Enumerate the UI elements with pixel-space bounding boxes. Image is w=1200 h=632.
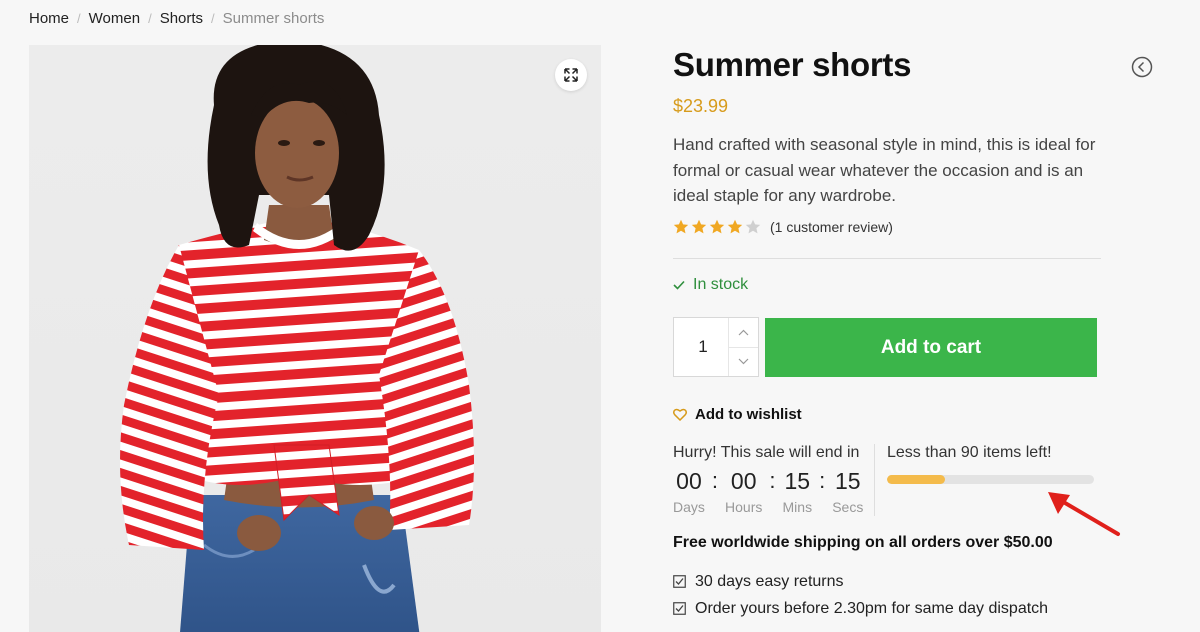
stock-progress-fill <box>887 475 945 484</box>
breadcrumb-women[interactable]: Women <box>89 10 140 27</box>
wishlist-label: Add to wishlist <box>695 406 802 423</box>
star-icon <box>691 219 707 234</box>
perk-item: 30 days easy returns <box>673 568 1048 595</box>
stock-progress-bar <box>887 475 1094 484</box>
breadcrumb-shorts[interactable]: Shorts <box>160 10 203 27</box>
star-icon <box>745 219 761 234</box>
star-icon <box>727 219 743 234</box>
countdown-secs: 15 Secs <box>832 468 863 515</box>
countdown-mins-value: 15 <box>784 468 811 494</box>
chevron-down-icon <box>738 358 749 365</box>
countdown-colon: : <box>819 468 826 493</box>
expand-image-button[interactable] <box>555 59 587 91</box>
countdown-colon: : <box>711 468 719 493</box>
expand-icon <box>564 68 578 82</box>
countdown-secs-value: 15 <box>834 468 861 494</box>
countdown-days: 00 Days <box>673 468 705 515</box>
product-rating: (1 customer review) <box>673 219 893 235</box>
vertical-divider <box>874 444 875 516</box>
sale-countdown: Hurry! This sale will end in 00 Days : 0… <box>673 444 873 515</box>
countdown-days-label: Days <box>673 499 705 515</box>
divider <box>673 258 1101 259</box>
checkbox-icon <box>673 575 686 588</box>
product-gallery[interactable] <box>29 45 601 632</box>
countdown-hours-value: 00 <box>730 468 757 494</box>
star-rating <box>673 219 761 235</box>
breadcrumb-separator: / <box>148 11 152 26</box>
breadcrumb-separator: / <box>77 11 81 26</box>
countdown-secs-label: Secs <box>832 499 864 515</box>
product-price: $23.99 <box>673 96 729 116</box>
add-to-cart-button[interactable]: Add to cart <box>765 318 1097 377</box>
stock-status-label: In stock <box>693 276 749 293</box>
countdown-mins-label: Mins <box>782 499 813 515</box>
product-image <box>120 45 474 632</box>
prev-product-icon[interactable] <box>1131 56 1153 78</box>
countdown-hours: 00 Hours <box>725 468 762 515</box>
countdown-mins: 15 Mins <box>783 468 813 515</box>
quantity-input[interactable]: 1 <box>674 318 728 376</box>
heart-icon <box>673 408 687 421</box>
check-icon <box>673 280 685 290</box>
star-icon <box>709 219 725 234</box>
countdown-label: Hurry! This sale will end in <box>673 444 860 461</box>
shipping-perks: 30 days easy returns Order yours before … <box>673 568 1048 622</box>
checkbox-icon <box>673 602 686 615</box>
shipping-headline: Free worldwide shipping on all orders ov… <box>673 534 1053 551</box>
breadcrumb: Home / Women / Shorts / Summer shorts <box>29 10 324 27</box>
perk-label: Order yours before 2.30pm for same day d… <box>695 599 1049 617</box>
stock-meter-label: Less than 90 items left! <box>887 444 1052 461</box>
countdown-timer: 00 Days : 00 Hours : 15 Mins : 15 Secs <box>673 468 873 515</box>
breadcrumb-current: Summer shorts <box>222 10 325 27</box>
breadcrumb-home[interactable]: Home <box>29 10 69 27</box>
quantity-arrows <box>728 318 758 376</box>
breadcrumb-separator: / <box>211 11 215 26</box>
perk-label: 30 days easy returns <box>695 572 844 590</box>
product-title: Summer shorts <box>673 46 912 83</box>
review-count-link[interactable]: (1 customer review) <box>770 219 893 235</box>
product-description: Hand crafted with seasonal style in mind… <box>673 135 1096 205</box>
stock-meter: Less than 90 items left! <box>887 444 1097 484</box>
stock-status: In stock <box>673 276 748 294</box>
countdown-colon: : <box>769 468 776 493</box>
star-icon <box>673 219 689 234</box>
quantity-stepper[interactable]: 1 <box>673 317 759 377</box>
chevron-up-icon <box>738 329 749 336</box>
perk-item: Order yours before 2.30pm for same day d… <box>673 595 1048 622</box>
quantity-decrease-button[interactable] <box>729 348 758 377</box>
countdown-days-value: 00 <box>676 468 702 494</box>
countdown-hours-label: Hours <box>725 499 763 515</box>
quantity-increase-button[interactable] <box>729 318 758 348</box>
add-to-wishlist-link[interactable]: Add to wishlist <box>673 406 802 423</box>
